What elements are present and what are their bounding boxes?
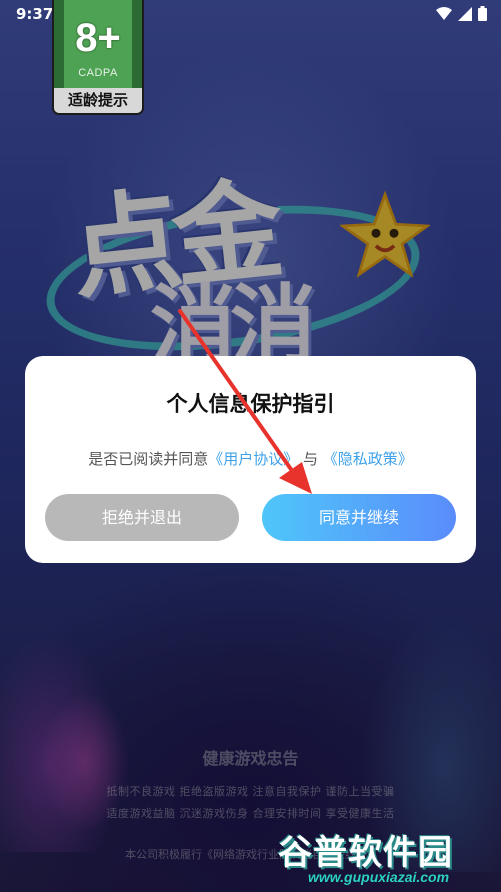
age-rating-badge: 8+ CADPA 适龄提示 [52, 0, 144, 115]
signal-icon [458, 6, 472, 21]
user-agreement-link[interactable]: 《用户协议》 [208, 450, 298, 468]
dialog-body-text: 是否已阅读并同意 [88, 450, 209, 468]
watermark-url: www.gupuxiazai.com [308, 869, 450, 885]
site-watermark: 谷普软件园 www.gupuxiazai.com [278, 825, 498, 891]
watermark-text: 谷普软件园 [278, 833, 453, 873]
privacy-policy-link[interactable]: 《隐私政策》 [323, 450, 413, 468]
dialog-body: 是否已阅读并同意《用户协议》 与 《隐私政策》 [25, 448, 476, 469]
age-rating-number: 8+ [75, 16, 121, 60]
dialog-conjunction: 与 [303, 450, 319, 468]
wifi-icon [436, 6, 452, 20]
battery-icon [478, 6, 487, 21]
system-icons [436, 6, 487, 21]
agree-continue-button[interactable]: 同意并继续 [262, 494, 456, 541]
dialog-title: 个人信息保护指引 [166, 392, 335, 416]
reject-exit-button[interactable]: 拒绝并退出 [45, 494, 239, 541]
privacy-dialog: 个人信息保护指引 是否已阅读并同意《用户协议》 与 《隐私政策》 拒绝并退出 同… [25, 356, 476, 563]
age-rating-label: 适龄提示 [54, 88, 142, 113]
status-time: 9:37 [16, 5, 54, 23]
age-rating-org: CADPA [78, 67, 118, 79]
